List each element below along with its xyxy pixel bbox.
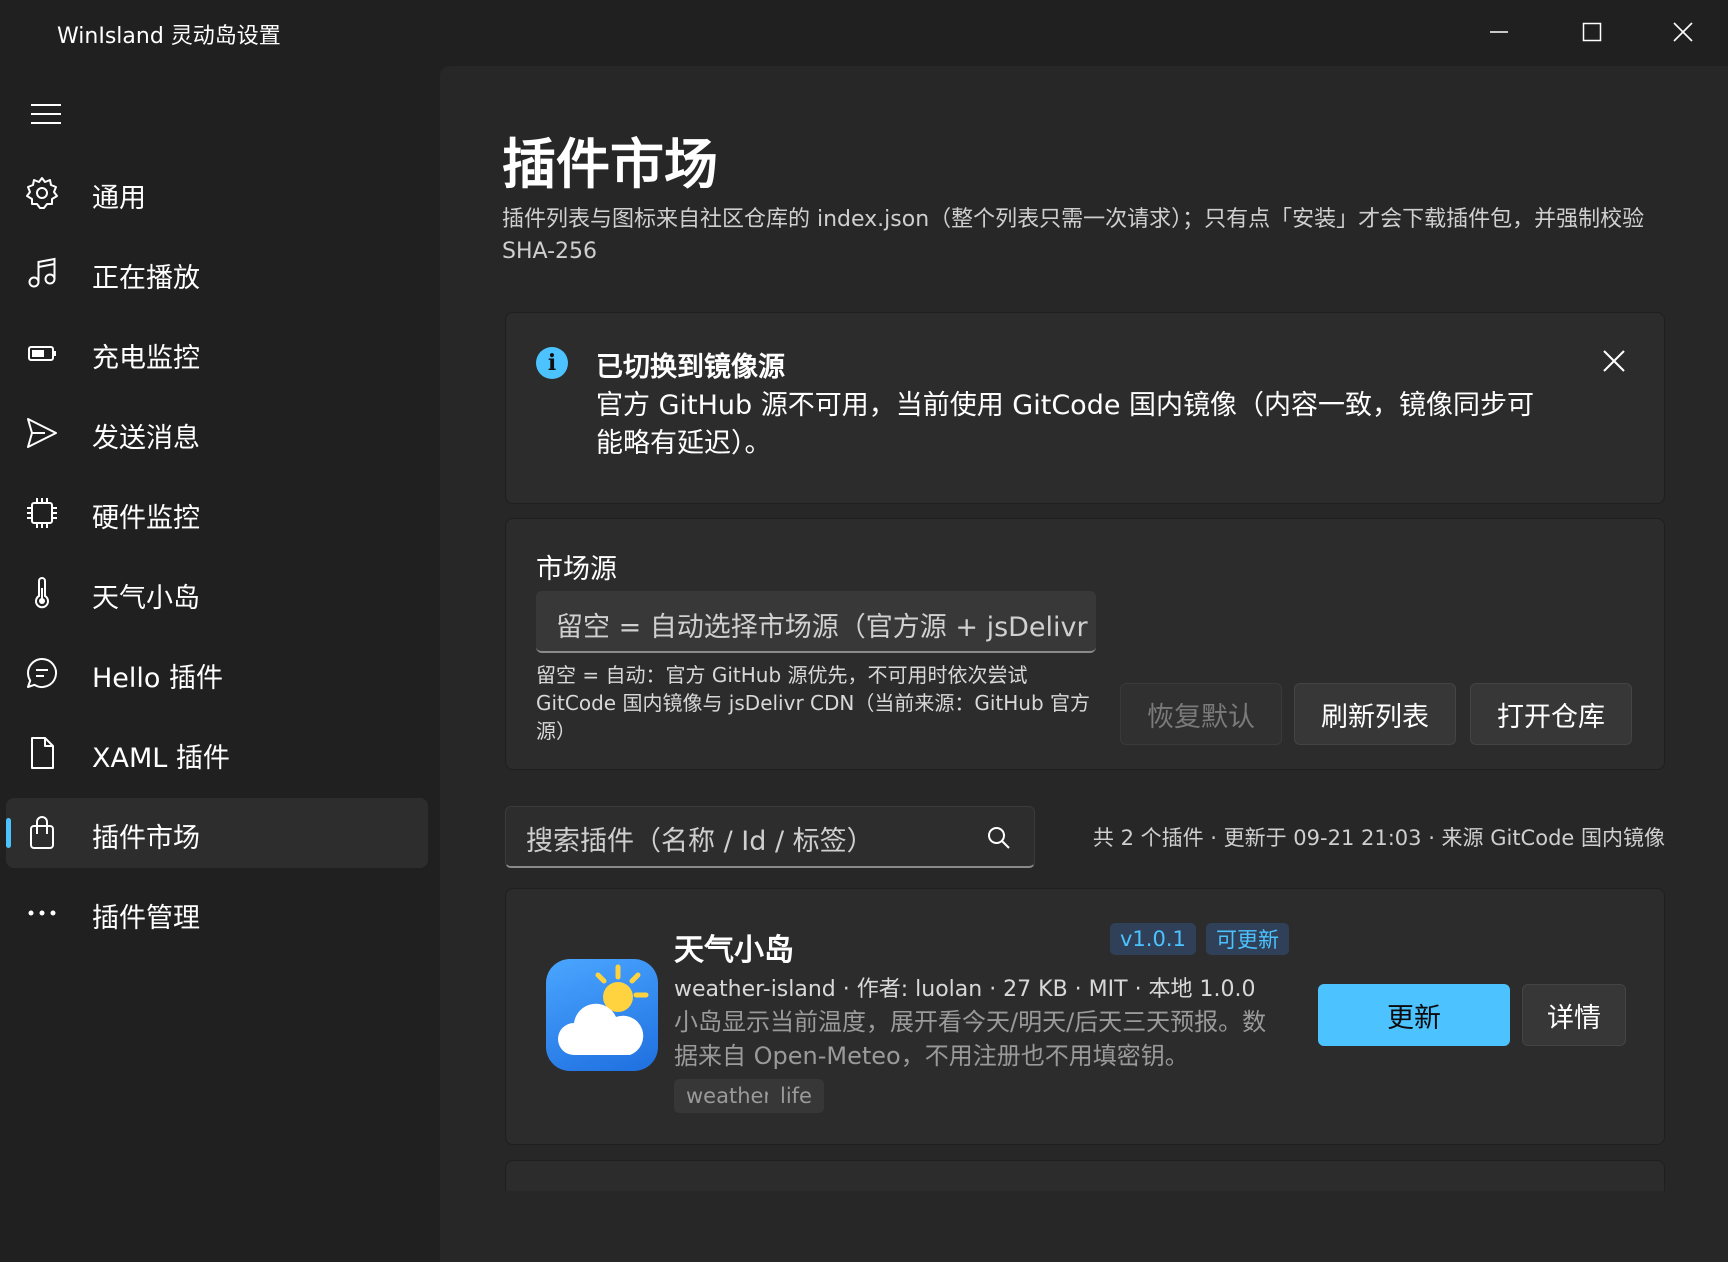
close-icon [1673,22,1693,42]
plugin-card: 天气小岛 v1.0.1 可更新 weather-island · 作者: luo… [505,888,1665,1145]
search-input[interactable]: 搜索插件（名称 / Id / 标签） [505,806,1035,868]
plugin-tag: life [768,1079,824,1113]
hamburger-icon [31,104,61,124]
sidebar-item-charging[interactable]: 充电监控 [6,318,428,388]
market-source-placeholder: 留空 = 自动选择市场源（官方源 + jsDelivr 镜像） [556,612,1096,643]
sidebar-item-label: 通用 [92,183,146,214]
sidebar-item-label: Hello 插件 [92,663,224,694]
page-title: 插件市场 [502,133,718,196]
market-status: 共 2 个插件 · 更新于 09-21 21:03 · 来源 GitCode 国… [1092,826,1665,850]
maximize-button[interactable] [1567,10,1617,54]
search-icon[interactable] [984,823,1014,853]
details-button[interactable]: 详情 [1522,984,1626,1046]
gear-icon [24,175,60,211]
more-icon [24,895,60,931]
version-badge: v1.0.1 [1110,923,1196,955]
battery-icon [24,335,60,371]
update-available-badge: 可更新 [1206,923,1289,955]
refresh-list-button[interactable]: 刷新列表 [1294,683,1456,745]
update-button[interactable]: 更新 [1318,984,1510,1046]
sidebar-item-hello-plugin[interactable]: Hello 插件 [6,638,428,708]
menu-toggle-button[interactable] [22,90,70,138]
sidebar-item-send-message[interactable]: 发送消息 [6,398,428,468]
sidebar-item-hardware[interactable]: 硬件监控 [6,478,428,548]
minimize-icon [1490,31,1508,33]
shopping-bag-icon [24,815,60,851]
selection-indicator [6,818,11,848]
market-source-label: 市场源 [536,554,617,585]
plugin-name: 天气小岛 [674,933,794,968]
sidebar-item-label: 插件市场 [92,823,200,854]
plugin-card-partial [505,1160,1665,1191]
weather-app-icon [546,959,658,1071]
sidebar-item-general[interactable]: 通用 [6,158,428,228]
sidebar-item-now-playing[interactable]: 正在播放 [6,238,428,308]
info-bar-message: 官方 GitHub 源不可用，当前使用 GitCode 国内镜像（内容一致，镜像… [596,390,1535,459]
sidebar-item-label: XAML 插件 [92,743,230,774]
plugin-description: 小岛显示当前温度，展开看今天/明天/后天三天预报。数据来自 Open-Meteo… [674,1008,1267,1070]
sidebar-item-label: 天气小岛 [92,583,200,614]
maximize-icon [1582,22,1602,42]
page-description: 插件列表与图标来自社区仓库的 index.json（整个列表只需一次请求）；只有… [502,207,1645,264]
title-bar: WinIsland 灵动岛设置 [0,0,1728,66]
sidebar-item-plugin-market[interactable]: 插件市场 [6,798,428,868]
sidebar-item-label: 充电监控 [92,343,200,374]
document-icon [24,735,60,771]
minimize-button[interactable] [1474,10,1524,54]
app-title: WinIsland 灵动岛设置 [57,24,281,49]
sidebar-item-weather[interactable]: 天气小岛 [6,558,428,628]
reset-default-button[interactable]: 恢复默认 [1120,683,1282,745]
market-source-input[interactable]: 留空 = 自动选择市场源（官方源 + jsDelivr 镜像） [536,591,1096,653]
sidebar-item-label: 正在播放 [92,263,200,294]
chip-icon [24,495,60,531]
search-placeholder: 搜索插件（名称 / Id / 标签） [526,826,874,857]
thermometer-icon [24,575,60,611]
market-source-hint: 留空 = 自动：官方 GitHub 源优先，不可用时依次尝试 GitCode 国… [536,663,1091,743]
close-button[interactable] [1658,10,1708,54]
sidebar-item-label: 硬件监控 [92,503,200,534]
open-repo-button[interactable]: 打开仓库 [1470,683,1632,745]
sidebar: 通用 正在播放 充电监控 发送消息 硬件监控 天气小岛 Hello 插件 XAM… [0,66,438,1262]
info-bar-close-button[interactable] [1596,343,1632,379]
sidebar-item-label: 发送消息 [92,423,200,454]
sidebar-item-label: 插件管理 [92,903,200,934]
send-icon [24,415,60,451]
sidebar-item-plugin-management[interactable]: 插件管理 [6,878,428,948]
chat-bubble-icon [24,655,60,691]
main-content: 插件市场 插件列表与图标来自社区仓库的 index.json（整个列表只需一次请… [440,66,1728,1262]
music-note-icon [24,255,60,291]
sidebar-item-xaml-plugin[interactable]: XAML 插件 [6,718,428,788]
market-source-card: 市场源 留空 = 自动选择市场源（官方源 + jsDelivr 镜像） 留空 =… [505,518,1665,770]
info-icon: i [536,347,568,379]
info-bar-title: 已切换到镜像源 [596,352,785,383]
plugin-meta: weather-island · 作者: luolan · 27 KB · MI… [674,977,1256,1002]
close-icon [1603,350,1625,372]
info-bar: i 已切换到镜像源 官方 GitHub 源不可用，当前使用 GitCode 国内… [505,312,1665,504]
